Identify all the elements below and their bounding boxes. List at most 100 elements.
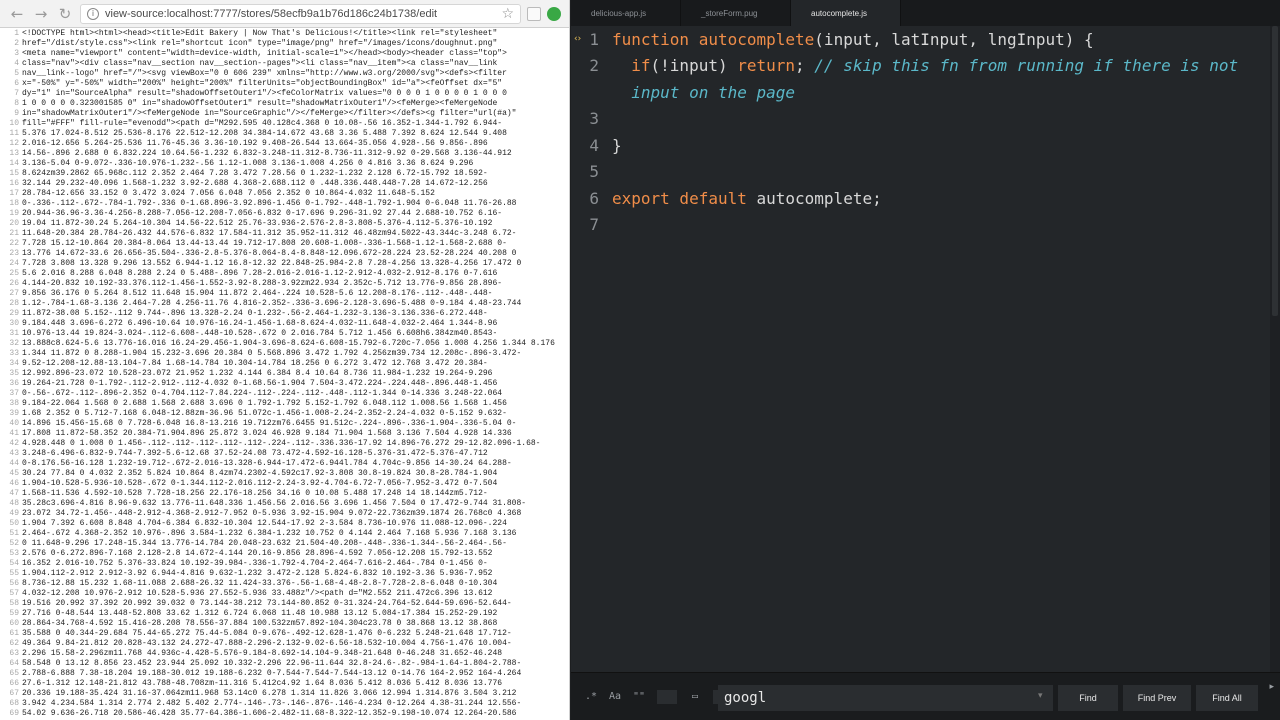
source-line: 49 23.072 34.72-1.456-.448-2.912-4.368-2.… — [0, 509, 565, 519]
source-line: 19 20.944-36.96-3.36-4.256-8.288-7.056-12… — [0, 209, 565, 219]
code-line[interactable]: 6 export default autocomplete; — [571, 185, 1280, 211]
source-line: 53 2.576 0-6.272.896-7.168 2.128-2.8 14.6… — [0, 549, 565, 559]
source-line-text: 9.52-12.208-12.88-13.104-7.84 1.68-14.78… — [22, 359, 488, 368]
source-line-number: 33 — [9, 349, 19, 358]
source-line-number: 39 — [9, 409, 19, 418]
wrap-toggle[interactable] — [657, 689, 677, 704]
code-line[interactable]: 4} — [571, 132, 1280, 158]
code-line[interactable]: 2 if(!input) return; // skip this fn fro… — [571, 53, 1280, 79]
source-line-number: 42 — [9, 439, 19, 448]
in-selection-icon[interactable]: ▭ — [683, 687, 707, 707]
find-input[interactable]: googl — [718, 685, 1053, 711]
find-panel: .* Aa "" ▭ googl ▾ Find Find Prev Find A… — [571, 672, 1280, 720]
source-line: 50 1.904 7.392 6.608 8.848 4.704-6.384 6.… — [0, 519, 565, 529]
source-line: 51 2.464-.672 4.368-2.352 10.976-.896 3.5… — [0, 529, 565, 539]
scrollbar-thumb[interactable] — [1272, 26, 1278, 316]
back-icon[interactable]: ← — [8, 5, 26, 23]
case-sensitive-toggle[interactable]: Aa — [603, 687, 627, 707]
source-line-number: 38 — [9, 399, 19, 408]
close-panel-icon[interactable]: ▸ — [1269, 681, 1274, 692]
bookmark-star-icon[interactable]: ☆ — [501, 6, 514, 22]
source-line-text: 19.264-21.728 0-1.792-.112-2.912-.112-4.… — [22, 379, 498, 388]
source-line-text: 2.016-12.656 5.264-25.536 11.76-45.36 3.… — [22, 139, 488, 148]
source-line-number: 28 — [9, 299, 19, 308]
source-line: 33 1.344 11.872 0 8.288-1.904 15.232-3.69… — [0, 349, 565, 359]
source-line-text: dy="1" in="SourceAlpha" result="shadowOf… — [22, 89, 507, 98]
source-line: 21 11.648-20.384 28.784-26.432 44.576-6.8… — [0, 229, 565, 239]
source-line-number: 44 — [9, 459, 19, 468]
find-history-dropdown-icon[interactable]: ▾ — [1038, 691, 1043, 701]
code-line[interactable]: 5 — [571, 159, 1280, 185]
source-line-text: 9.856 36.176 0 5.264 8.512 11.648 15.904… — [22, 289, 493, 298]
source-line-text: 8.736-12.88 15.232 1.68-11.088 2.688-26.… — [22, 579, 498, 588]
source-line: 56 8.736-12.88 15.232 1.68-11.088 2.688-2… — [0, 579, 565, 589]
source-line: 81 0 0 0 0 0.323001585 0" in="shadowOffs… — [0, 99, 565, 109]
source-line-text: 58.548 0 13.12 8.856 23.452 23.944 25.09… — [22, 659, 522, 668]
source-line-number: 23 — [9, 249, 19, 258]
editor-tab[interactable]: autocomplete.js — [791, 0, 901, 26]
source-line: 18 0-.336-.112-.672-.784-1.792-.336 0-1.6… — [0, 199, 565, 209]
source-line-text: 23.072 34.72-1.456-.448-2.912-4.368-2.91… — [22, 509, 522, 518]
source-line-text: 12.992.896-23.072 10.528-23.072 21.952 1… — [22, 369, 493, 378]
browser-toolbar: ← → ↻ i view-source:localhost:7777/store… — [0, 0, 569, 28]
code-token: (!input) — [650, 56, 738, 75]
editor-scrollbar[interactable] — [1270, 26, 1280, 672]
address-bar[interactable]: i view-source:localhost:7777/stores/58ec… — [80, 3, 521, 24]
source-line-number: 24 — [9, 259, 19, 268]
source-line-text: nav__link--logo" href="/"><svg viewBox="… — [22, 69, 507, 78]
source-line-text: href="/dist/style.css"><link rel="shortc… — [22, 39, 498, 48]
code-line[interactable]: input on the page — [571, 79, 1280, 105]
code-token: (input, latInput, lngInput) { — [814, 29, 1094, 49]
editor-tab[interactable]: _storeForm.pug — [681, 0, 791, 26]
source-line-number: 43 — [9, 449, 19, 458]
source-line-number: 61 — [9, 629, 19, 638]
source-line-number: 9 — [14, 109, 19, 118]
source-line-number: 17 — [9, 189, 19, 198]
info-icon[interactable]: i — [87, 7, 99, 20]
source-line-number: 18 — [9, 199, 19, 208]
source-line: 6 x="-50%" y="-50%" width="200%" height="… — [0, 79, 565, 89]
browser-window: ← → ↻ i view-source:localhost:7777/store… — [0, 0, 570, 720]
code-text: input on the page — [612, 83, 795, 102]
source-line-number: 2 — [14, 39, 19, 48]
source-line: 22 7.728 15.12-10.864 20.384-8.064 13.44-… — [0, 239, 565, 249]
find-button[interactable]: Find — [1058, 685, 1118, 711]
source-line-text: 5.376 17.024-8.512 25.536-8.176 22.512-1… — [22, 129, 507, 138]
source-line-number: 57 — [9, 589, 19, 598]
source-line-number: 22 — [9, 239, 19, 248]
source-line: 29 11.872-38.08 5.152-.112 9.744-.896 13.… — [0, 309, 565, 319]
source-line: 42 4.928.448 0 1.008 0 1.456-.112-.112-.1… — [0, 439, 565, 449]
code-area[interactable]: ‹› 1 function autocomplete(input, latInpu… — [571, 26, 1280, 672]
source-line-text: 28.784-12.656 33.152 0 3.472 3.024 7.056… — [22, 189, 435, 198]
source-line-text: 20.336 19.188-35.424 31.16-37.064zm11.96… — [22, 689, 517, 698]
source-line-text: 0-8.176.56-16.128 1.232-19.712-.672-2.01… — [22, 459, 512, 468]
code-line[interactable]: 3 — [571, 106, 1280, 132]
source-line-number: 45 — [9, 469, 19, 478]
code-text: if(!input) return; // skip this fn from … — [612, 56, 1238, 75]
reload-icon[interactable]: ↻ — [56, 5, 74, 23]
source-line-number: 19 — [9, 209, 19, 218]
code-line[interactable]: 7 — [571, 212, 1280, 238]
extension-icon[interactable] — [527, 6, 541, 21]
source-line-number: 53 — [9, 549, 19, 558]
source-line: 13 14.56-.896 2.688 0 6.832.224 10.64.56-… — [0, 149, 565, 159]
find-all-button[interactable]: Find All — [1196, 685, 1258, 711]
source-line-text: 2.296 15.58-2.296zm11.768 44.936c-4.428-… — [22, 649, 503, 658]
address-bar-url[interactable]: view-source:localhost:7777/stores/58ecfb… — [105, 8, 495, 20]
editor-tab[interactable]: delicious-app.js — [571, 0, 681, 26]
source-line: 10 fill="#FFF" fill-rule="evenodd"><path … — [0, 119, 565, 129]
source-line: 55 1.904.112-2.912 2.912-3.92 6.944-4.816… — [0, 569, 565, 579]
source-line-text: 16.352 2.016-10.752 5.376-33.824 10.192-… — [22, 559, 488, 568]
source-line-number: 55 — [9, 569, 19, 578]
code-line[interactable]: 1 function autocomplete(input, latInput, … — [571, 26, 1280, 52]
forward-icon[interactable]: → — [32, 5, 50, 23]
source-line-text: 13.888c8.624-5.6 13.776-16.016 16.24-29.… — [22, 339, 555, 348]
extension-status-icon[interactable] — [547, 6, 561, 21]
source-line: 27 9.856 36.176 0 5.264 8.512 11.648 15.9… — [0, 289, 565, 299]
source-line-text: 1.12-.784-1.68-3.136 2.464-7.28 4.256-11… — [22, 299, 522, 308]
regex-toggle[interactable]: .* — [579, 687, 603, 707]
source-line-number: 49 — [9, 509, 19, 518]
find-prev-button[interactable]: Find Prev — [1123, 685, 1191, 711]
code-text: function autocomplete(input, latInput, l… — [612, 30, 1094, 49]
whole-word-toggle[interactable]: "" — [627, 687, 651, 707]
